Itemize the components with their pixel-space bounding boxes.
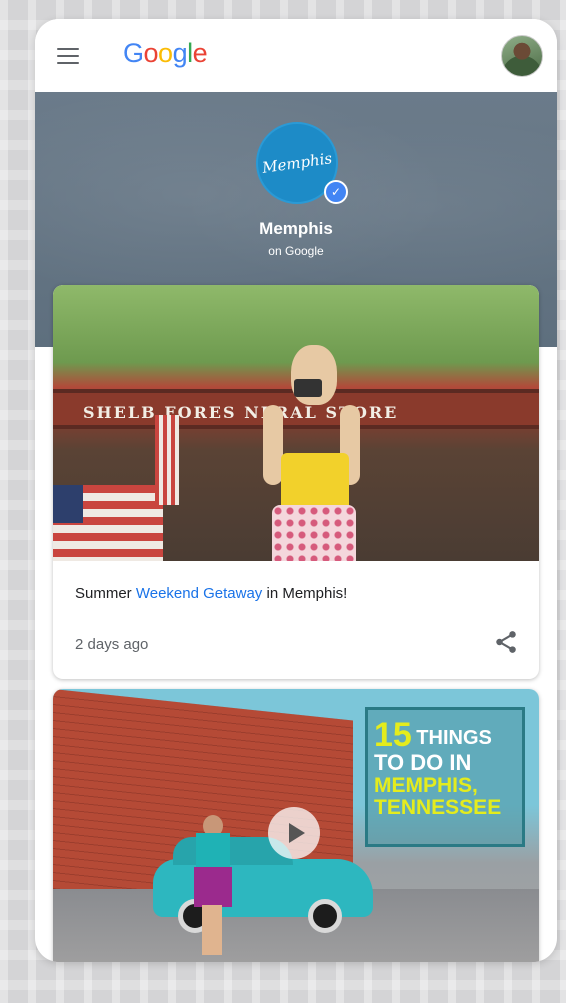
promo-text: TENNESSEE [374,796,502,819]
post-card[interactable]: 15 THINGS TO DO IN MEMPHIS, TENNESSEE [53,689,539,962]
person-figure [190,815,236,957]
profile-subtitle: on Google [268,244,324,258]
wheel-decoration [308,899,342,933]
top-app-bar: Google [35,19,557,92]
post-title: Summer Weekend Getaway in Memphis! [75,585,347,602]
hamburger-icon[interactable] [57,48,79,64]
share-icon[interactable] [493,629,519,655]
post-title-link[interactable]: Weekend Getaway [136,585,262,602]
phone-screen: Google Memphis ✓ Memphis on Google SHELB… [35,19,557,962]
post-timestamp: 2 days ago [75,636,149,653]
logo-letter: e [192,38,208,68]
promo-number: 15 [374,716,412,754]
google-logo[interactable]: Google [123,38,208,69]
logo-letter: o [143,38,159,68]
brand-logo-text: Memphis [260,149,334,177]
promo-text: THINGS [416,727,492,749]
flag-decoration [53,485,163,561]
flag-decoration [155,415,179,505]
verified-check-icon: ✓ [324,180,348,204]
promo-text: TO DO IN [374,750,472,775]
promo-text: MEMPHIS, [374,774,478,797]
promo-overlay: 15 THINGS TO DO IN MEMPHIS, TENNESSEE [365,707,525,847]
post-image[interactable]: SHELB FORES NERAL STORE [53,285,539,561]
avatar[interactable] [501,35,543,77]
logo-letter: g [172,38,188,68]
logo-letter: o [158,38,173,68]
person-figure [258,345,368,561]
logo-letter: G [123,38,144,68]
post-title-text: in Memphis! [262,585,348,602]
post-video-thumbnail[interactable]: 15 THINGS TO DO IN MEMPHIS, TENNESSEE [53,689,539,962]
post-title-text: Summer [75,585,136,602]
post-card[interactable]: SHELB FORES NERAL STORE Summer Weekend G… [53,285,539,679]
profile-name: Memphis [259,219,333,238]
play-icon[interactable] [268,807,320,859]
